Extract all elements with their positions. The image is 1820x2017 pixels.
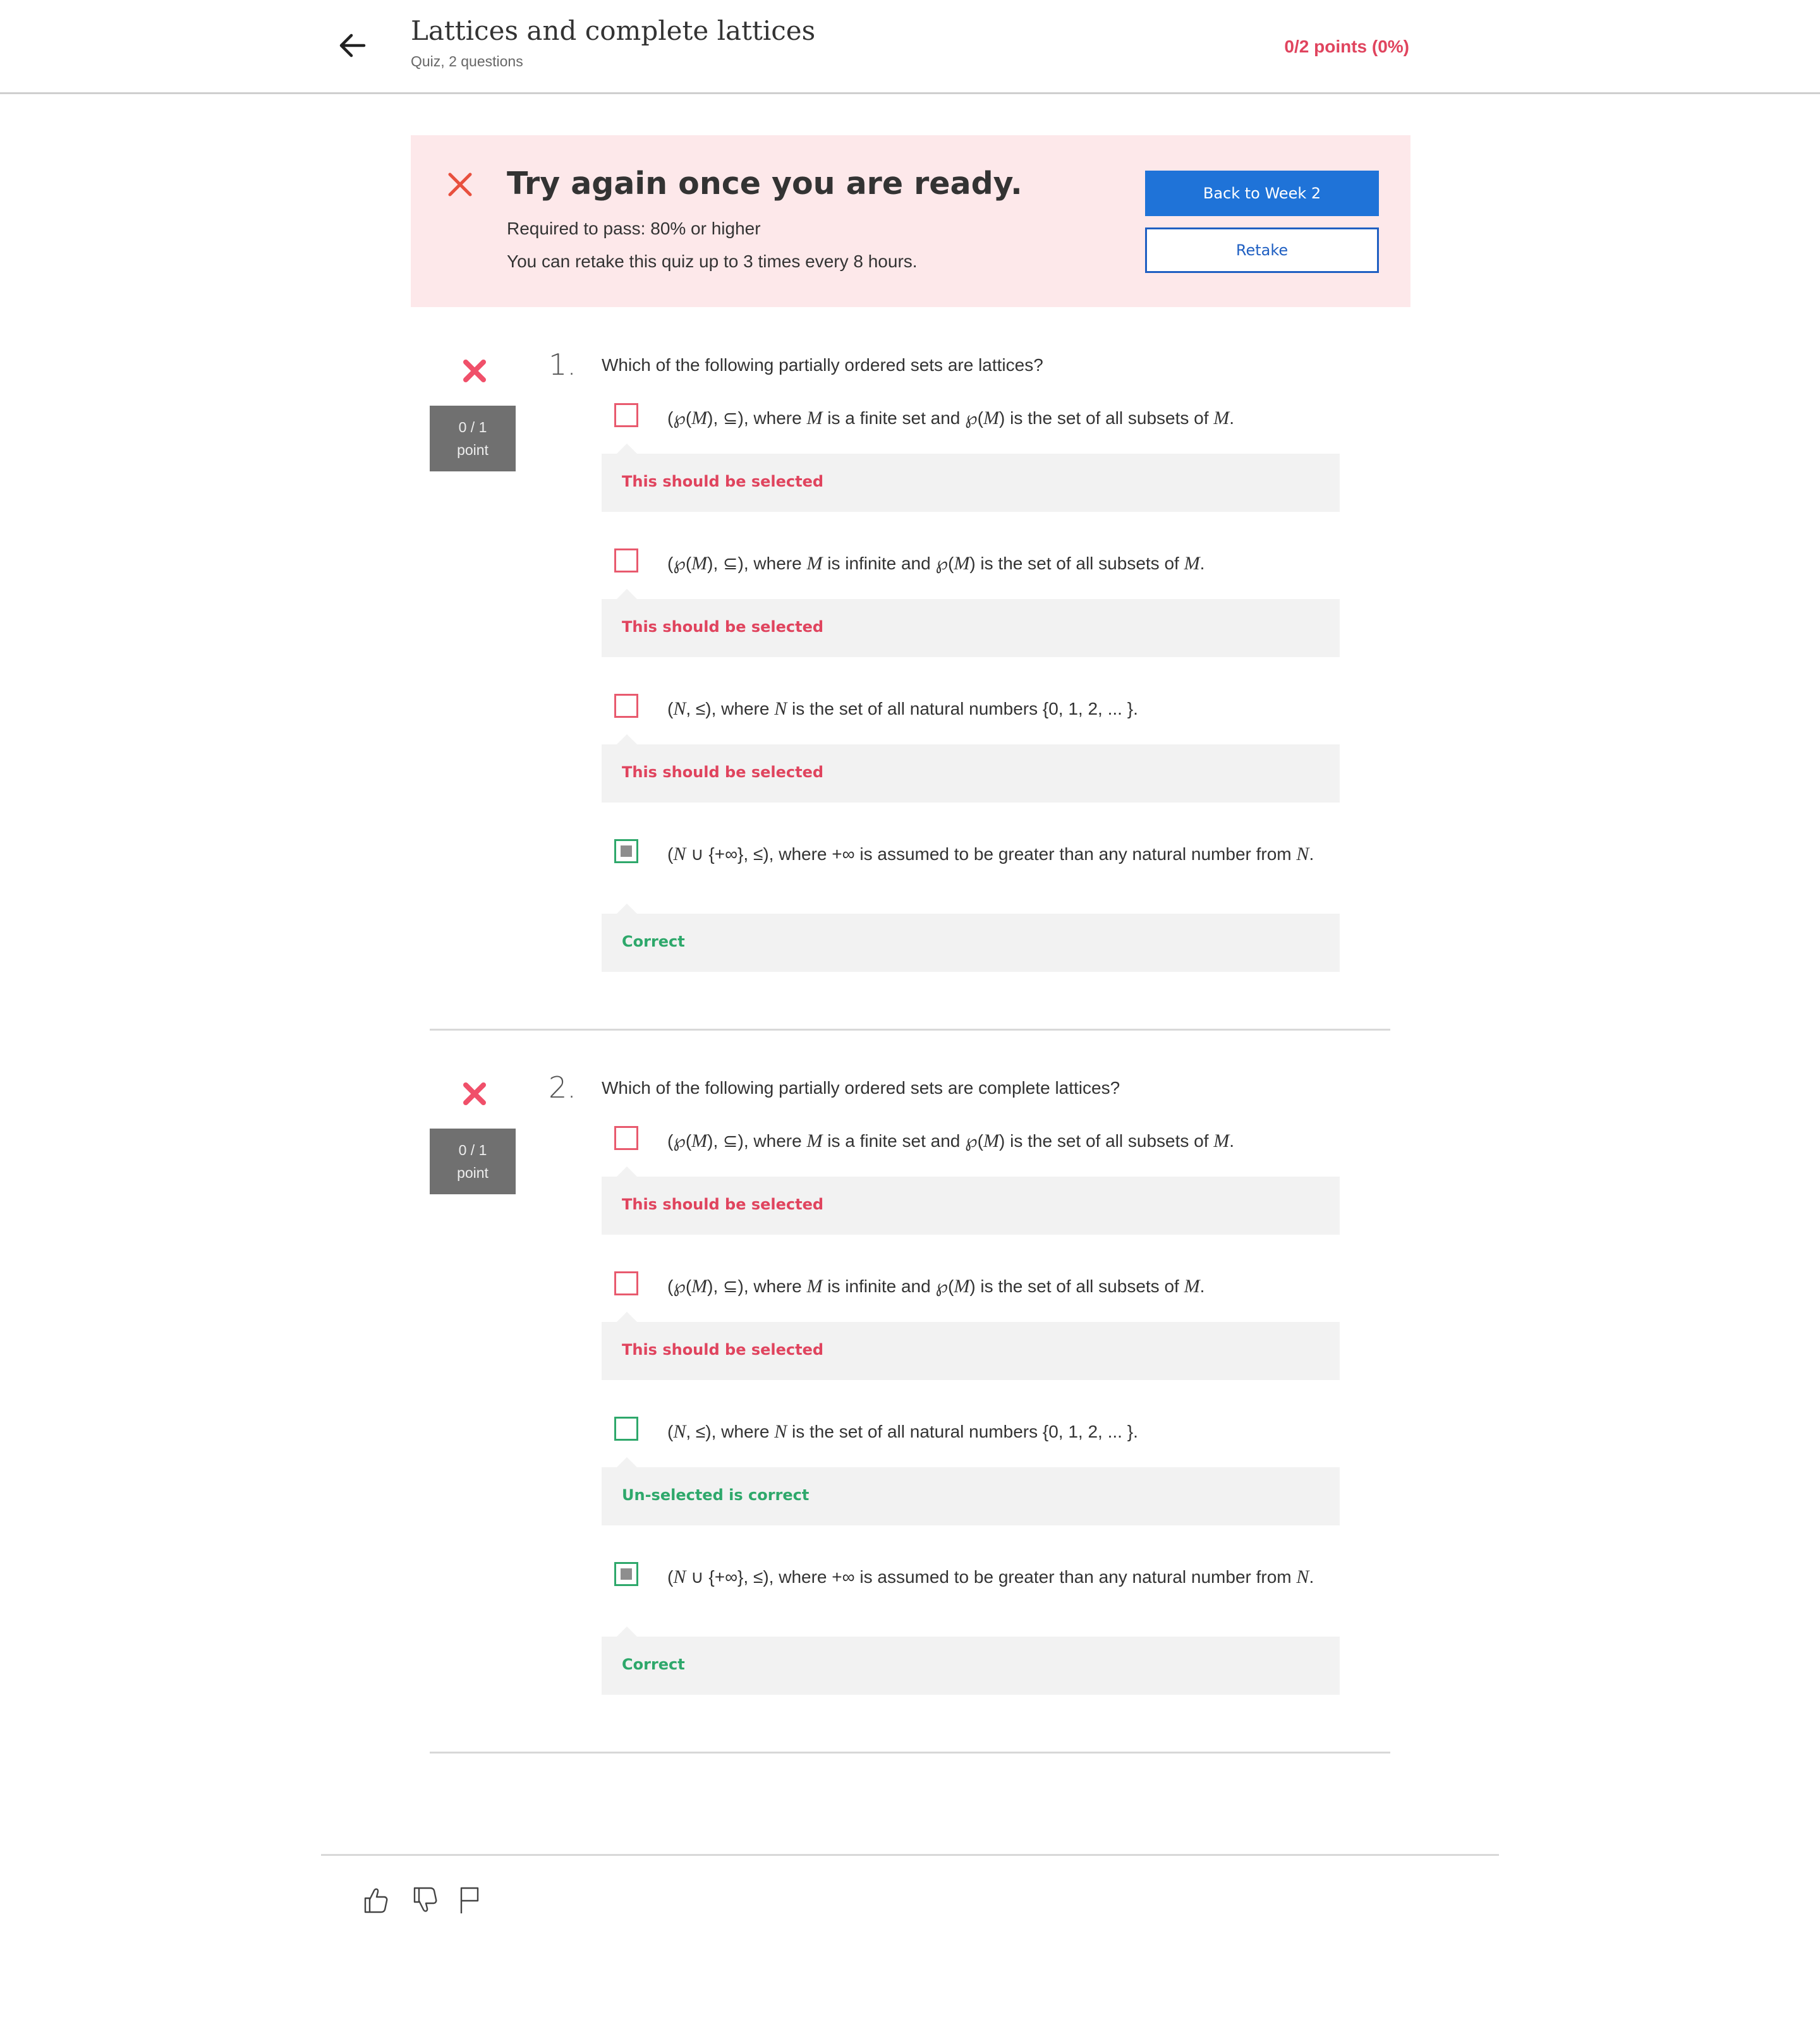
question-divider bbox=[430, 1752, 1390, 1754]
incorrect-x-icon bbox=[463, 360, 486, 382]
option-checkbox[interactable] bbox=[614, 403, 638, 427]
retake-info: You can retake this quiz up to 3 times e… bbox=[507, 251, 918, 271]
option-checkbox[interactable] bbox=[614, 548, 638, 572]
flag-icon[interactable] bbox=[456, 1886, 484, 1915]
option-checkbox[interactable] bbox=[614, 1126, 638, 1150]
option-text: (℘(M), ⊆), where M is infinite and ℘(M) … bbox=[667, 1276, 1205, 1297]
score-value: 0 / 1 bbox=[458, 1142, 487, 1158]
incorrect-x-icon bbox=[463, 1082, 486, 1105]
question-divider bbox=[430, 1029, 1390, 1031]
points-summary: 0/2 points (0%) bbox=[1284, 37, 1409, 56]
back-to-week-button[interactable]: Back to Week 2 bbox=[1145, 171, 1379, 216]
option-text: (N ∪ {+∞}, ≤), where +∞ is assumed to be… bbox=[667, 844, 1314, 864]
fail-x-icon bbox=[448, 173, 472, 197]
quiz-header: Lattices and complete lattices Quiz, 2 q… bbox=[0, 0, 1820, 94]
option-checkbox[interactable] bbox=[614, 1417, 638, 1441]
score-unit: point bbox=[457, 442, 488, 458]
question-2: 0 / 1 point 2. Which of the following pa… bbox=[430, 1070, 1390, 1702]
option-checkbox[interactable] bbox=[614, 839, 638, 863]
question-number: 1. bbox=[549, 348, 576, 382]
option-feedback: This should be selected bbox=[602, 734, 1340, 803]
question-text: Which of the following partially ordered… bbox=[602, 355, 1043, 375]
option-feedback: This should be selected bbox=[602, 1166, 1340, 1235]
quiz-subtitle: Quiz, 2 questions bbox=[411, 53, 523, 70]
score-unit: point bbox=[457, 1165, 488, 1181]
result-banner: Try again once you are ready. Required t… bbox=[411, 135, 1410, 307]
pass-requirement: Required to pass: 80% or higher bbox=[507, 219, 761, 238]
option-text: (℘(M), ⊆), where M is infinite and ℘(M) … bbox=[667, 553, 1205, 574]
option-text: (℘(M), ⊆), where M is a finite set and ℘… bbox=[667, 1130, 1235, 1151]
question-1: 0 / 1 point 1. Which of the following pa… bbox=[430, 348, 1390, 979]
score-badge: 0 / 1 point bbox=[430, 406, 516, 471]
option-feedback: This should be selected bbox=[602, 444, 1340, 512]
option-feedback: This should be selected bbox=[602, 589, 1340, 657]
quiz-title: Lattices and complete lattices bbox=[411, 15, 816, 46]
score-value: 0 / 1 bbox=[458, 419, 487, 435]
score-badge: 0 / 1 point bbox=[430, 1129, 516, 1194]
option-text: (N ∪ {+∞}, ≤), where +∞ is assumed to be… bbox=[667, 1566, 1314, 1587]
question-number: 2. bbox=[549, 1070, 576, 1105]
option-feedback: Correct bbox=[602, 904, 1340, 972]
option-text: (℘(M), ⊆), where M is a finite set and ℘… bbox=[667, 408, 1235, 428]
thumbs-up-icon[interactable] bbox=[361, 1886, 389, 1915]
option-feedback: Un-selected is correct bbox=[602, 1457, 1340, 1525]
option-text: (N, ≤), where N is the set of all natura… bbox=[667, 698, 1138, 719]
option-feedback: This should be selected bbox=[602, 1312, 1340, 1380]
option-text: (N, ≤), where N is the set of all natura… bbox=[667, 1421, 1138, 1442]
footer-divider bbox=[321, 1854, 1499, 1856]
option-feedback: Correct bbox=[602, 1626, 1340, 1695]
option-checkbox[interactable] bbox=[614, 694, 638, 718]
question-text: Which of the following partially ordered… bbox=[602, 1078, 1120, 1098]
retake-button[interactable]: Retake bbox=[1145, 227, 1379, 273]
thumbs-down-icon[interactable] bbox=[411, 1886, 439, 1915]
arrow-left-icon[interactable] bbox=[335, 28, 370, 63]
option-checkbox[interactable] bbox=[614, 1562, 638, 1586]
result-heading: Try again once you are ready. bbox=[507, 166, 1022, 202]
option-checkbox[interactable] bbox=[614, 1271, 638, 1295]
